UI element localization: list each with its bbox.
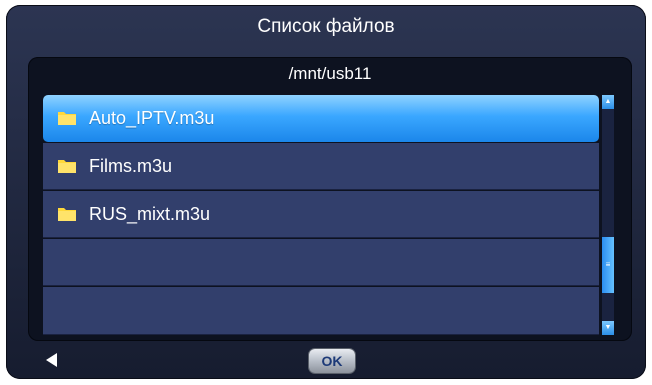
scroll-up-icon[interactable]: ▲ [602,95,614,109]
ok-button[interactable]: OK [309,349,355,373]
file-row-auto-iptv[interactable]: Auto_IPTV.m3u [43,95,599,142]
file-row-films[interactable]: Films.m3u [43,143,599,190]
scroll-thumb[interactable]: ≡ [602,237,614,293]
file-panel: /mnt/usb11 Auto_IPTV.m3u Films.m3u RUS_m… [28,57,632,341]
folder-icon [58,208,76,221]
file-list: Auto_IPTV.m3u Films.m3u RUS_mixt.m3u [43,95,599,335]
vertical-scrollbar[interactable]: ▲ ≡ ▼ [602,95,614,335]
current-path: /mnt/usb11 [288,64,372,83]
file-name: Auto_IPTV.m3u [89,108,215,128]
scroll-down-icon[interactable]: ▼ [602,321,614,335]
folder-icon [58,160,76,173]
empty-row [43,239,599,286]
dialog-title: Список файлов [257,16,395,37]
empty-row [43,287,599,335]
dialog-footer: OK [6,343,646,379]
folder-icon [58,112,76,125]
file-name: RUS_mixt.m3u [89,204,211,224]
file-name: Films.m3u [89,156,173,176]
file-row-rus-mixt[interactable]: RUS_mixt.m3u [43,191,599,238]
file-list-dialog: Список файлов /mnt/usb11 Auto_IPTV.m3u F… [6,5,646,379]
back-arrow-icon[interactable] [46,353,57,367]
